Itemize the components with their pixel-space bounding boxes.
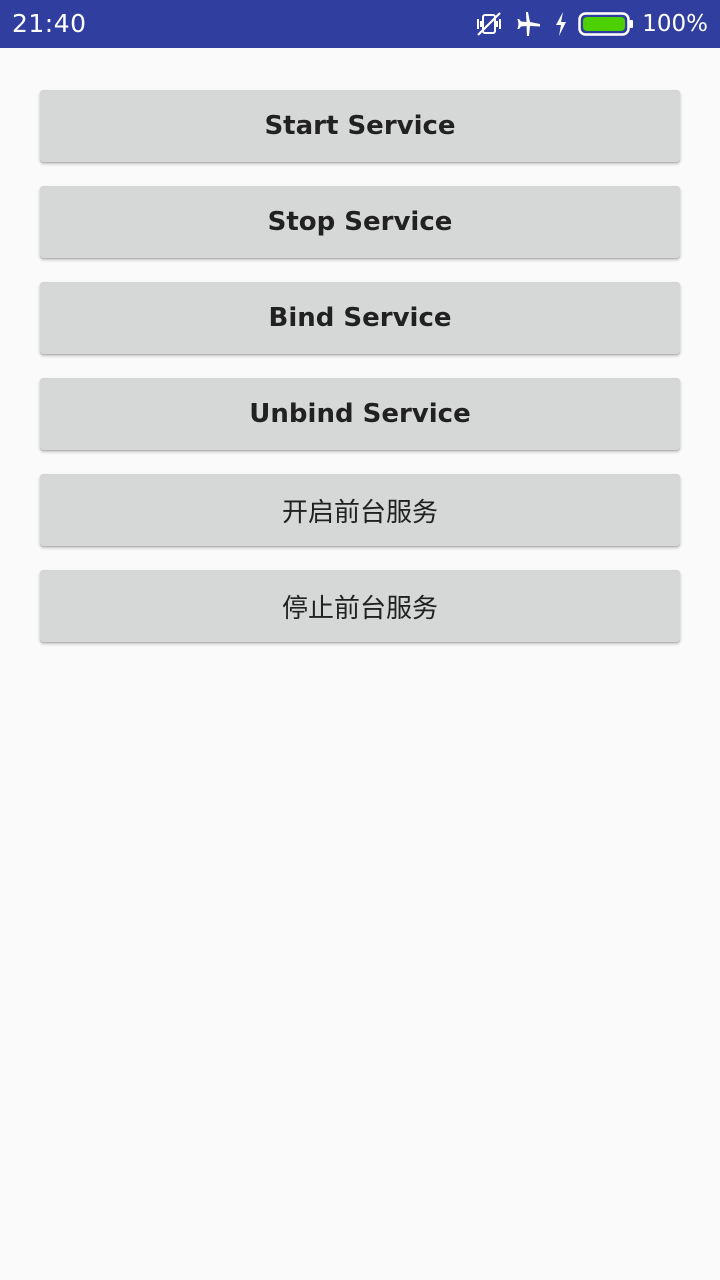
start-foreground-service-button[interactable]: 开启前台服务 <box>40 474 680 546</box>
status-bar: 21:40 100% <box>0 0 720 48</box>
battery-percentage: 100% <box>642 11 708 37</box>
battery-icon <box>578 11 634 37</box>
charging-bolt-icon <box>554 11 568 37</box>
stop-foreground-service-button[interactable]: 停止前台服务 <box>40 570 680 642</box>
unbind-service-button[interactable]: Unbind Service <box>40 378 680 450</box>
bind-service-button[interactable]: Bind Service <box>40 282 680 354</box>
stop-service-button[interactable]: Stop Service <box>40 186 680 258</box>
status-icons: 100% <box>464 0 708 48</box>
status-time: 21:40 <box>12 9 87 38</box>
service-button-list: Start Service Stop Service Bind Service … <box>40 90 680 666</box>
airplane-icon <box>514 9 544 39</box>
main-content: Start Service Stop Service Bind Service … <box>0 48 720 1280</box>
start-service-button[interactable]: Start Service <box>40 90 680 162</box>
vibrate-off-icon <box>474 9 504 39</box>
